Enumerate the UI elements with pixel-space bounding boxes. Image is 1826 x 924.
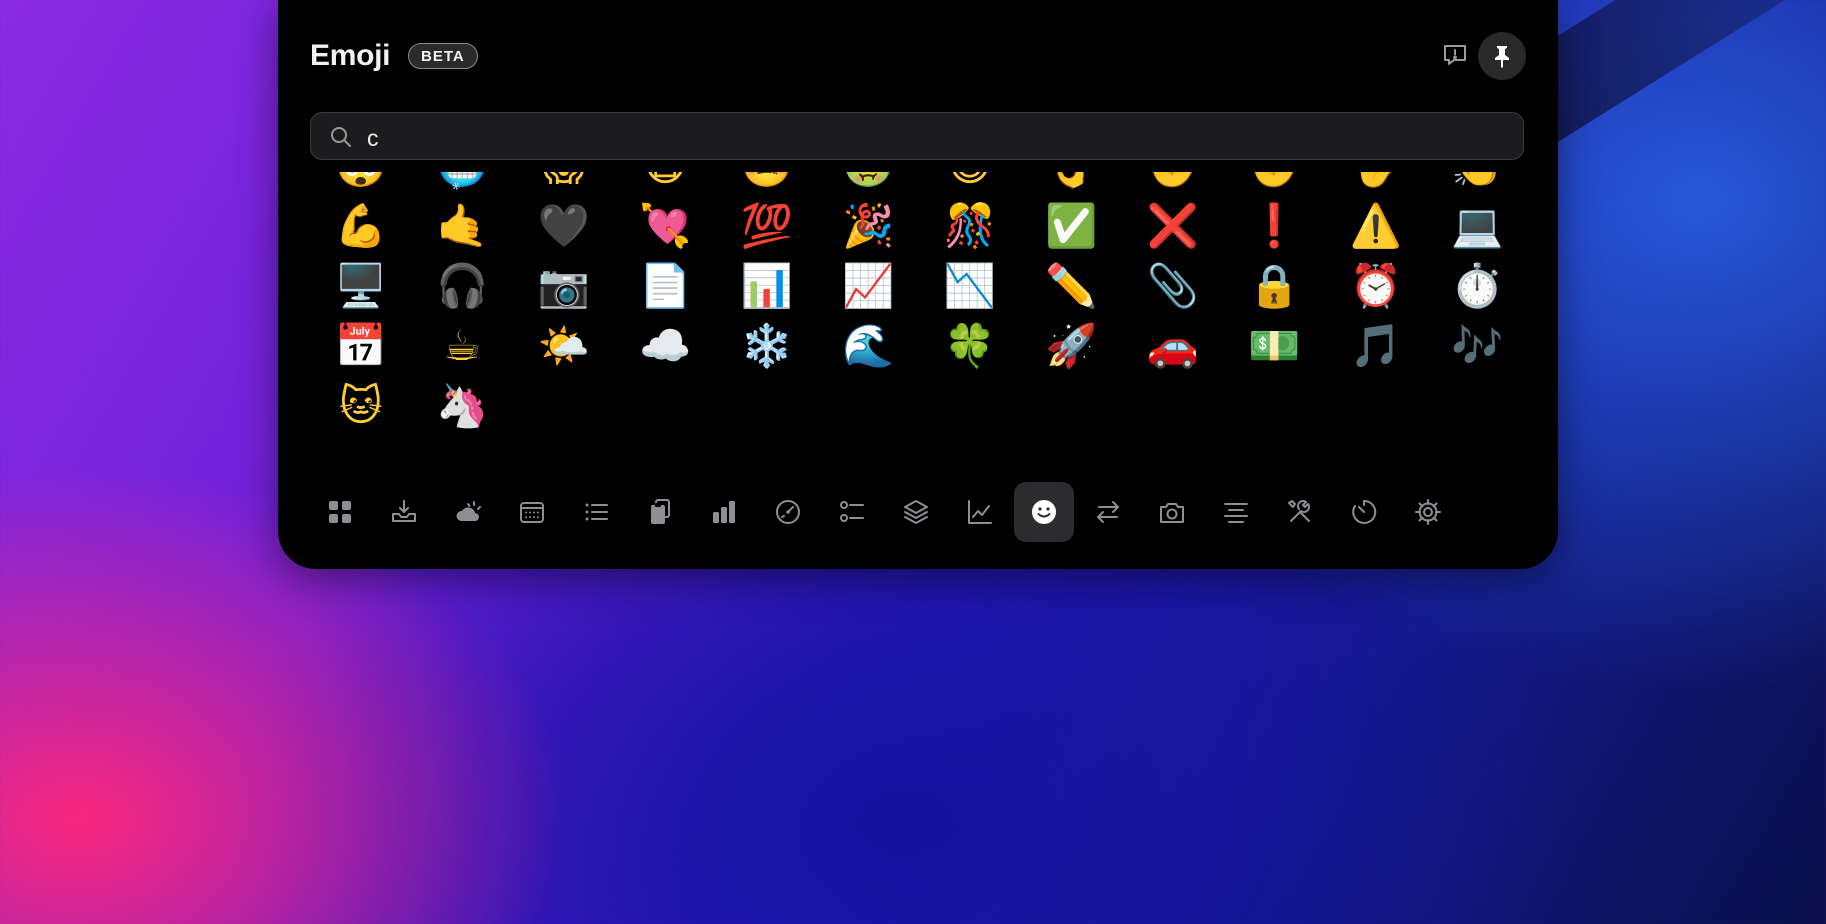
emoji-item[interactable]: 📉	[919, 256, 1021, 316]
toolbar-line-chart-button[interactable]	[950, 482, 1010, 542]
emoji-item[interactable]: 🥶	[412, 172, 514, 196]
emoji-item[interactable]: 🎧	[412, 256, 514, 316]
pin-icon	[1495, 46, 1509, 68]
pin-button[interactable]	[1478, 32, 1526, 80]
emoji-item[interactable]: 🤒	[716, 172, 818, 196]
speedometer-icon	[776, 500, 800, 524]
emoji-item[interactable]: 📷	[513, 256, 615, 316]
emoji-item[interactable]: ✋	[1325, 172, 1427, 196]
emoji-item[interactable]: 🚀	[1021, 316, 1123, 376]
emoji-item[interactable]: 💘	[615, 196, 717, 256]
search-input[interactable]	[365, 121, 1509, 155]
toolbar-swap-arrows-button[interactable]	[1078, 482, 1138, 542]
toolbar-weather-button[interactable]	[438, 482, 498, 542]
emoji-item[interactable]: ✅	[1021, 196, 1123, 256]
camera-icon	[1160, 503, 1184, 523]
toolbar-emoji-smile-button[interactable]	[1014, 482, 1074, 542]
emoji-item[interactable]: 🎵	[1325, 316, 1427, 376]
emoji-item[interactable]: 💪	[310, 196, 412, 256]
search-icon	[331, 127, 351, 147]
emoji-item[interactable]: 🌤️	[513, 316, 615, 376]
text-align-icon	[1224, 503, 1248, 523]
calendar-icon	[520, 502, 544, 523]
emoji-item[interactable]: 🖤	[513, 196, 615, 256]
gear-icon	[1415, 499, 1441, 525]
checklist-icon	[840, 501, 864, 522]
emoji-item[interactable]: 👌	[1021, 172, 1123, 196]
feedback-icon	[1444, 45, 1466, 65]
toolbar-tools-button[interactable]	[1270, 482, 1330, 542]
emoji-item[interactable]: 📊	[716, 256, 818, 316]
timer-icon	[1352, 499, 1377, 524]
swap-arrows-icon	[1097, 501, 1119, 523]
emoji-item[interactable]: ☁️	[615, 316, 717, 376]
page-title: Emoji	[310, 39, 391, 72]
emoji-item[interactable]: 📄	[615, 256, 717, 316]
emoji-item[interactable]: 🌊	[818, 316, 920, 376]
emoji-item[interactable]: 😱	[513, 172, 615, 196]
search-bar[interactable]	[310, 112, 1524, 160]
toolbar-text-align-button[interactable]	[1206, 482, 1266, 542]
emoji-grid: 🤯🥶😱😷🤒🤢😃👌✊✊✋👏💪🤙🖤💘💯🎉🎊✅❌❗⚠️💻🖥️🎧📷📄📊📈📉✏️📎🔒⏰⏱️…	[310, 172, 1524, 436]
emoji-item[interactable]: 🖥️	[310, 256, 412, 316]
feedback-button[interactable]	[1431, 31, 1479, 79]
emoji-item[interactable]: 🤙	[412, 196, 514, 256]
toolbar-timer-button[interactable]	[1334, 482, 1394, 542]
line-chart-icon	[968, 500, 992, 524]
emoji-item[interactable]: 🍀	[919, 316, 1021, 376]
toolbar-checklist-button[interactable]	[822, 482, 882, 542]
toolbar-inbox-download-button[interactable]	[374, 482, 434, 542]
list-icon	[585, 503, 608, 521]
emoji-item[interactable]: ❌	[1122, 196, 1224, 256]
toolbar-bar-chart-button[interactable]	[694, 482, 754, 542]
emoji-item[interactable]: ❄️	[716, 316, 818, 376]
emoji-grid-viewport[interactable]: 🤯🥶😱😷🤒🤢😃👌✊✊✋👏💪🤙🖤💘💯🎉🎊✅❌❗⚠️💻🖥️🎧📷📄📊📈📉✏️📎🔒⏰⏱️…	[310, 172, 1524, 450]
toolbar-calendar-button[interactable]	[502, 482, 562, 542]
emoji-item[interactable]: 📈	[818, 256, 920, 316]
emoji-item[interactable]: 🤯	[310, 172, 412, 196]
emoji-item[interactable]: 💯	[716, 196, 818, 256]
tools-icon	[1288, 500, 1310, 522]
emoji-panel: Emoji BETA 🤯🥶😱😷🤒🤢😃👌✊✊✋👏💪🤙🖤💘💯🎉🎊✅❌❗⚠️💻🖥️🎧📷…	[278, 0, 1558, 569]
emoji-smile-icon	[1032, 500, 1056, 524]
emoji-item[interactable]: ✏️	[1021, 256, 1123, 316]
toolbar-speedometer-button[interactable]	[758, 482, 818, 542]
clipboard-icon	[651, 499, 670, 524]
emoji-item[interactable]: 🎊	[919, 196, 1021, 256]
emoji-item[interactable]: ❗	[1224, 196, 1326, 256]
emoji-item[interactable]: ⚠️	[1325, 196, 1427, 256]
emoji-item[interactable]: 😷	[615, 172, 717, 196]
weather-icon	[456, 501, 481, 521]
layers-icon	[904, 500, 928, 524]
toolbar-layers-button[interactable]	[886, 482, 946, 542]
emoji-item[interactable]: 📎	[1122, 256, 1224, 316]
emoji-item[interactable]: ⏱️	[1427, 256, 1525, 316]
emoji-item[interactable]: 😃	[919, 172, 1021, 196]
emoji-item[interactable]: 🔒	[1224, 256, 1326, 316]
emoji-item[interactable]: ⏰	[1325, 256, 1427, 316]
emoji-item[interactable]: 🐱	[310, 376, 412, 436]
emoji-item[interactable]: ✊	[1122, 172, 1224, 196]
emoji-item[interactable]: 👏	[1427, 172, 1525, 196]
emoji-item[interactable]: 📅	[310, 316, 412, 376]
emoji-item[interactable]: ✊	[1224, 172, 1326, 196]
emoji-item[interactable]: 💵	[1224, 316, 1326, 376]
emoji-item[interactable]: 🎉	[818, 196, 920, 256]
bar-chart-icon	[713, 501, 735, 523]
toolbar-list-button[interactable]	[566, 482, 626, 542]
emoji-item[interactable]: 💻	[1427, 196, 1525, 256]
beta-badge: BETA	[408, 43, 478, 69]
bottom-toolbar	[310, 482, 1458, 542]
toolbar-camera-button[interactable]	[1142, 482, 1202, 542]
emoji-item[interactable]: 🚗	[1122, 316, 1224, 376]
inbox-download-icon	[392, 500, 416, 522]
toolbar-gear-button[interactable]	[1398, 482, 1458, 542]
emoji-item[interactable]: 🦄	[412, 376, 514, 436]
toolbar-clipboard-button[interactable]	[630, 482, 690, 542]
emoji-item[interactable]: 🤢	[818, 172, 920, 196]
apps-icon	[329, 501, 351, 523]
emoji-item[interactable]: ☕	[412, 316, 514, 376]
toolbar-apps-button[interactable]	[310, 482, 370, 542]
emoji-item[interactable]: 🎶	[1427, 316, 1525, 376]
